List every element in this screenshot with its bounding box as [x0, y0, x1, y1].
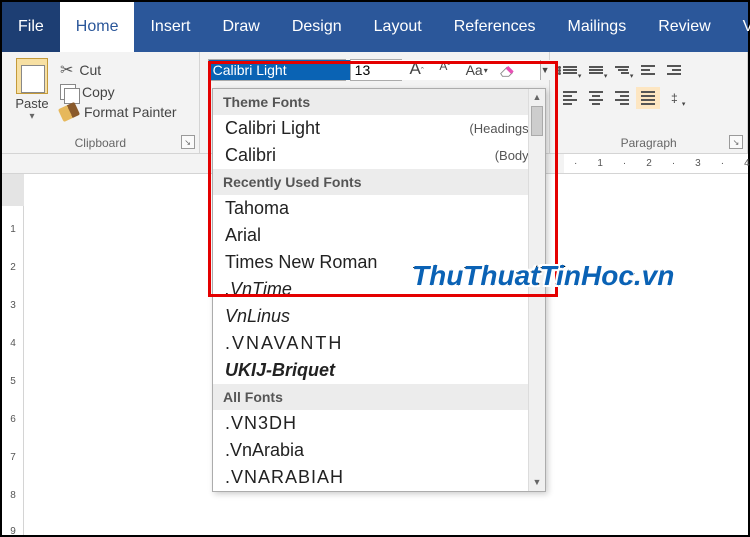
vertical-ruler[interactable]: 1 2 3 4 5 6 7 8 9	[2, 174, 24, 535]
increase-indent-button[interactable]	[662, 59, 686, 81]
cut-label: Cut	[79, 62, 101, 78]
font-option[interactable]: Calibri(Body)	[213, 142, 545, 169]
eraser-icon	[498, 61, 516, 79]
font-option[interactable]: .VnArabia	[213, 437, 545, 464]
font-option[interactable]: VnLinus	[213, 303, 545, 330]
scissors-icon: ✂	[60, 60, 73, 80]
justify-button[interactable]	[636, 87, 660, 109]
grow-font-button[interactable]: Aˆ	[404, 59, 430, 81]
clipboard-dialog-launcher[interactable]: ↘	[181, 135, 195, 149]
tab-references[interactable]: References	[438, 2, 552, 52]
font-option[interactable]: Calibri Light (Headings)	[213, 115, 545, 142]
horizontal-ruler-scale: ·1·2·3·4	[564, 154, 748, 173]
group-paragraph: ‡ Paragraph ↘	[550, 52, 748, 153]
all-fonts-header: All Fonts	[213, 384, 545, 410]
recent-fonts-header: Recently Used Fonts	[213, 169, 545, 195]
tab-review[interactable]: Review	[642, 2, 726, 52]
font-option-name: Tahoma	[225, 198, 289, 219]
copy-icon	[60, 84, 76, 100]
tab-mailings[interactable]: Mailings	[552, 2, 643, 52]
font-option-name: Arial	[225, 225, 261, 246]
bullets-button[interactable]	[558, 59, 582, 81]
tab-insert[interactable]: Insert	[134, 2, 206, 52]
ribbon-tab-bar: File Home Insert Draw Design Layout Refe…	[2, 2, 748, 52]
font-option-hint: (Headings)	[469, 121, 533, 136]
paste-icon[interactable]	[16, 58, 48, 94]
cut-button[interactable]: ✂ Cut	[60, 60, 191, 80]
shrink-font-button[interactable]: Aˇ	[432, 59, 458, 81]
tab-home[interactable]: Home	[60, 2, 135, 52]
copy-label: Copy	[82, 84, 115, 100]
font-option-name: .VNAVANTH	[225, 333, 343, 354]
multilevel-list-button[interactable]	[610, 59, 634, 81]
font-option-name: .VnArabia	[225, 440, 304, 461]
tab-layout[interactable]: Layout	[358, 2, 438, 52]
font-size-combobox[interactable]: ▼	[350, 59, 402, 81]
paragraph-group-label: Paragraph	[550, 136, 747, 150]
font-option-name: .VNARABIAH	[225, 467, 344, 488]
format-painter-button[interactable]: Format Painter	[60, 104, 191, 120]
group-clipboard: Paste ▾ ✂ Cut Copy Format Painter Clipbo…	[2, 52, 200, 153]
font-option-name: .VN3DH	[225, 413, 297, 434]
font-option-name: VnLinus	[225, 306, 290, 327]
paragraph-dialog-launcher[interactable]: ↘	[729, 135, 743, 149]
change-case-button[interactable]: Aa	[460, 59, 494, 81]
copy-button[interactable]: Copy	[60, 84, 191, 100]
decrease-indent-button[interactable]	[636, 59, 660, 81]
paste-button[interactable]: Paste	[15, 96, 48, 111]
tab-design[interactable]: Design	[276, 2, 358, 52]
theme-fonts-header: Theme Fonts	[213, 89, 545, 115]
align-right-button[interactable]	[610, 87, 634, 109]
font-option-name: UKIJ-Briquet	[225, 360, 335, 381]
font-option-name: Calibri Light	[225, 118, 320, 139]
paste-dropdown[interactable]: ▾	[29, 111, 34, 122]
font-option[interactable]: Tahoma	[213, 195, 545, 222]
align-center-button[interactable]	[584, 87, 608, 109]
format-painter-label: Format Painter	[84, 104, 177, 120]
font-size-dropdown-button[interactable]: ▼	[540, 60, 550, 80]
watermark-text: ThuThuatTinHoc.vn	[412, 260, 674, 292]
font-option-name: .VnTime	[225, 279, 292, 300]
font-name-combobox[interactable]: ▼	[208, 59, 346, 81]
scroll-thumb[interactable]	[531, 106, 543, 136]
clear-formatting-button[interactable]	[496, 59, 518, 81]
scroll-down-arrow[interactable]: ▼	[529, 474, 545, 491]
align-left-button[interactable]	[558, 87, 582, 109]
font-option-name: Times New Roman	[225, 252, 377, 273]
font-option[interactable]: .VN3DH	[213, 410, 545, 437]
clipboard-group-label: Clipboard	[2, 136, 199, 150]
brush-icon	[58, 102, 80, 122]
font-option[interactable]: UKIJ-Briquet	[213, 357, 545, 384]
scroll-up-arrow[interactable]: ▲	[529, 89, 545, 106]
tab-view[interactable]: View	[727, 2, 750, 52]
font-option[interactable]: .VNARABIAH	[213, 464, 545, 491]
font-option[interactable]: Arial	[213, 222, 545, 249]
line-spacing-button[interactable]: ‡	[662, 87, 686, 109]
tab-draw[interactable]: Draw	[206, 2, 275, 52]
numbering-button[interactable]	[584, 59, 608, 81]
font-option[interactable]: .VNAVANTH	[213, 330, 545, 357]
tab-file[interactable]: File	[2, 2, 60, 52]
font-option-name: Calibri	[225, 145, 276, 166]
